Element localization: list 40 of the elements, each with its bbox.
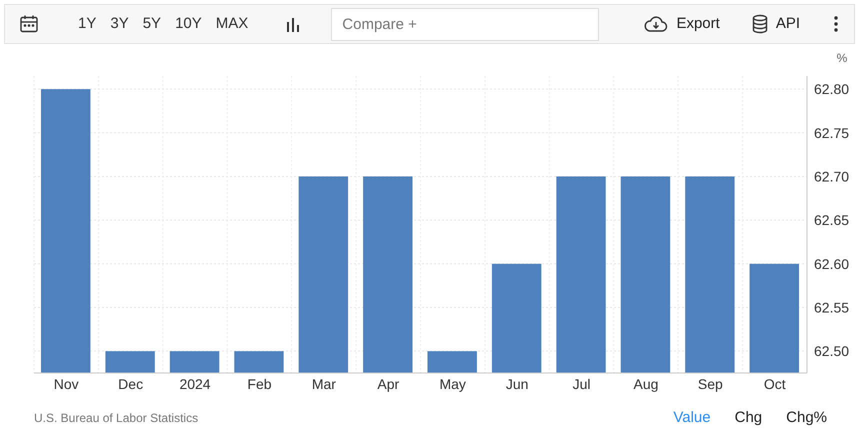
x-tick-label: 2024 [179, 376, 211, 392]
x-tick-label: Sep [698, 376, 723, 392]
x-tick-label: Aug [634, 376, 658, 392]
bar [428, 351, 477, 373]
x-tick-label: Apr [377, 376, 400, 392]
bar [234, 351, 284, 373]
range-button[interactable]: 1Y [71, 12, 104, 36]
x-tick-label: Oct [764, 376, 786, 392]
bar [170, 351, 220, 373]
view-tab[interactable]: Chg [722, 406, 774, 430]
api-button[interactable]: API [752, 12, 800, 36]
bar-chart-icon[interactable] [285, 16, 302, 32]
view-tab[interactable]: Chg% [774, 406, 839, 430]
range-button[interactable]: MAX [208, 12, 256, 36]
y-tick-label: 62.50 [814, 343, 850, 360]
y-tick-label: 62.60 [814, 256, 850, 272]
x-tick-label: Jun [506, 376, 528, 392]
compare-field[interactable]: Compare + [331, 8, 600, 40]
source-text: U.S. Bureau of Labor Statistics [34, 410, 198, 427]
y-tick-label: 62.65 [814, 212, 850, 228]
database-icon [752, 14, 768, 34]
x-tick-label: Nov [54, 376, 79, 392]
x-tick-label: Jul [572, 376, 590, 392]
x-tick-label: Mar [312, 376, 336, 392]
export-button[interactable]: Export [644, 12, 720, 36]
y-tick-label: 62.55 [814, 299, 850, 316]
y-tick-label: 62.80 [814, 81, 850, 98]
x-tick-label: May [439, 376, 466, 392]
bar [105, 351, 155, 373]
x-tick-label: Dec [118, 376, 144, 392]
range-button[interactable]: 10Y [168, 12, 209, 36]
range-button[interactable]: 5Y [136, 12, 168, 36]
y-tick-label: 62.75 [814, 124, 850, 141]
range-button[interactable]: 3Y [103, 12, 136, 36]
cloud-download-icon [644, 15, 668, 33]
y-tick-label: 62.70 [814, 168, 850, 184]
unit-label: % [836, 51, 848, 65]
x-tick-label: Feb [247, 376, 272, 392]
more-icon[interactable] [834, 16, 838, 32]
calendar-icon[interactable] [19, 14, 39, 34]
